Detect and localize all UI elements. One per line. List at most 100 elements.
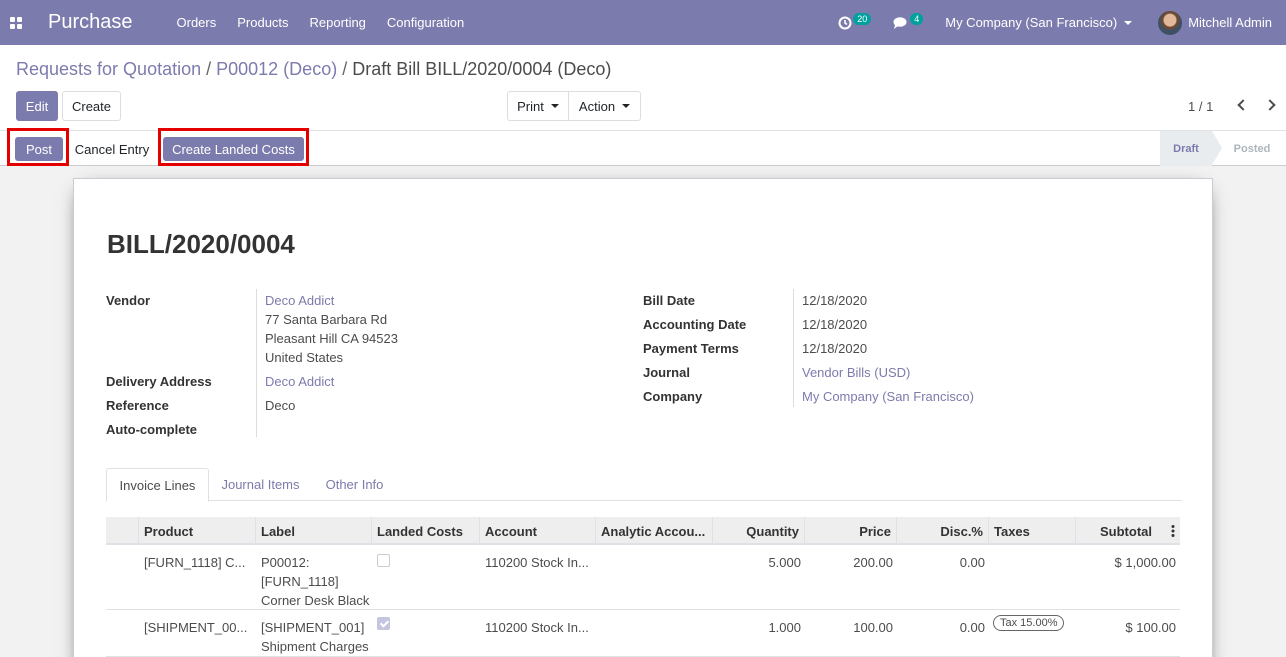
post-button[interactable]: Post bbox=[15, 137, 63, 161]
action-label: Action bbox=[578, 98, 616, 114]
user-menu[interactable]: Mitchell Admin bbox=[1158, 10, 1272, 35]
column-account[interactable]: Account bbox=[480, 517, 596, 545]
pager-next-button[interactable] bbox=[1263, 97, 1277, 113]
cell-price: 100.00 bbox=[853, 620, 893, 635]
tab-invoice-lines[interactable]: Invoice Lines bbox=[106, 468, 209, 502]
cell-price: 200.00 bbox=[853, 555, 893, 570]
control-panel: Requests for Quotation / P00012 (Deco) / Dra… bbox=[0, 45, 1286, 131]
messaging-menu[interactable]: 4 bbox=[893, 12, 924, 30]
column-options-icon[interactable] bbox=[1170, 524, 1176, 538]
cell-account: 110200 Stock In... bbox=[485, 620, 589, 635]
cell-product: [FURN_1118] C... bbox=[144, 555, 246, 570]
cell-account: 110200 Stock In... bbox=[485, 555, 589, 570]
cell-label-line: [SHIPMENT_001] bbox=[261, 620, 365, 635]
menu-products[interactable]: Products bbox=[237, 15, 288, 30]
cell-label-line: Shipment Charges bbox=[261, 639, 369, 654]
column-product[interactable]: Product bbox=[139, 517, 256, 545]
apps-menu-icon[interactable] bbox=[0, 0, 32, 45]
print-dropdown[interactable]: Print bbox=[507, 91, 569, 121]
company-switcher[interactable]: My Company (San Francisco) bbox=[945, 15, 1133, 30]
breadcrumb-separator: / bbox=[342, 59, 348, 79]
avatar bbox=[1158, 10, 1183, 35]
column-quantity[interactable]: Quantity bbox=[713, 517, 805, 545]
cell-product: [SHIPMENT_00... bbox=[144, 620, 248, 635]
breadcrumb-purchase-order[interactable]: P00012 (Deco) bbox=[216, 59, 337, 79]
landed-costs-checkbox[interactable] bbox=[377, 554, 390, 567]
table-row[interactable]: [SHIPMENT_00... [SHIPMENT_001] Shipment … bbox=[106, 610, 1180, 657]
reference-label: Reference bbox=[106, 398, 169, 413]
column-subtotal[interactable]: Subtotal bbox=[1076, 517, 1180, 545]
cell-label-line: [FURN_1118] bbox=[261, 574, 339, 589]
comments-icon bbox=[893, 16, 907, 29]
chevron-down-icon bbox=[550, 104, 559, 108]
landed-costs-checkbox-checked[interactable] bbox=[377, 617, 390, 630]
cell-quantity: 5.000 bbox=[768, 555, 801, 570]
cancel-entry-button[interactable]: Cancel Entry bbox=[68, 137, 156, 161]
tab-other-info[interactable]: Other Info bbox=[312, 468, 397, 501]
column-discount[interactable]: Disc.% bbox=[897, 517, 989, 545]
breadcrumb-current: Draft Bill BILL/2020/0004 (Deco) bbox=[352, 59, 612, 79]
accounting-date-label: Accounting Date bbox=[643, 317, 747, 332]
pager-value[interactable]: 1 / 1 bbox=[1188, 99, 1213, 114]
form-statusbar: Post Cancel Entry Create Landed Costs Dr… bbox=[0, 128, 1286, 166]
stage-posted: Posted bbox=[1233, 142, 1271, 155]
bill-number-title: BILL/2020/0004 bbox=[107, 229, 295, 259]
vendor-label: Vendor bbox=[106, 293, 151, 308]
menu-reporting[interactable]: Reporting bbox=[310, 15, 366, 30]
cell-label-line: P00012: bbox=[261, 555, 310, 570]
cell-subtotal: $ 100.00 bbox=[1125, 620, 1176, 635]
menu-orders[interactable]: Orders bbox=[177, 15, 217, 30]
app-title[interactable]: Purchase bbox=[48, 11, 133, 34]
column-landed-costs[interactable]: Landed Costs bbox=[372, 517, 480, 545]
activity-menu[interactable]: 20 bbox=[838, 12, 872, 30]
delivery-address-link[interactable]: Deco Addict bbox=[265, 374, 334, 389]
vendor-address-line: United States bbox=[265, 350, 344, 365]
payment-terms-value: 12/18/2020 bbox=[802, 341, 868, 356]
table-row[interactable]: [FURN_1118] C... P00012: [FURN_1118] Cor… bbox=[106, 545, 1180, 610]
print-label: Print bbox=[517, 98, 544, 114]
top-navbar: Purchase Orders Products Reporting Confi… bbox=[0, 0, 1286, 45]
column-analytic-account[interactable]: Analytic Accou... bbox=[596, 517, 713, 545]
auto-complete-label: Auto-complete bbox=[106, 422, 197, 437]
tax-badge: Tax 15.00% bbox=[993, 615, 1065, 631]
company-name: My Company (San Francisco) bbox=[945, 15, 1118, 30]
vendor-link[interactable]: Deco Addict bbox=[265, 293, 334, 308]
accounting-date-value: 12/18/2020 bbox=[802, 317, 868, 332]
column-label[interactable]: Label bbox=[256, 517, 372, 545]
table-header: Product Label Landed Costs Account Analy… bbox=[106, 517, 1180, 545]
field-divider bbox=[256, 289, 257, 437]
journal-label: Journal bbox=[643, 365, 690, 380]
notebook-tabs: Invoice Lines Journal Items Other Info bbox=[106, 468, 1182, 502]
create-button[interactable]: Create bbox=[62, 91, 121, 121]
column-handle bbox=[106, 517, 139, 545]
tab-journal-items[interactable]: Journal Items bbox=[209, 468, 312, 501]
pager-previous-button[interactable] bbox=[1236, 97, 1250, 113]
cell-subtotal: $ 1,000.00 bbox=[1114, 555, 1176, 570]
vendor-address-line: Pleasant Hill CA 94523 bbox=[265, 331, 398, 346]
column-price[interactable]: Price bbox=[805, 517, 897, 545]
stage-draft: Draft bbox=[1160, 131, 1222, 166]
clock-icon bbox=[838, 16, 852, 29]
chevron-down-icon bbox=[622, 104, 631, 108]
delivery-address-label: Delivery Address bbox=[106, 374, 212, 389]
column-taxes[interactable]: Taxes bbox=[989, 517, 1076, 545]
user-name: Mitchell Admin bbox=[1188, 15, 1272, 30]
journal-link[interactable]: Vendor Bills (USD) bbox=[802, 365, 910, 380]
menu-configuration[interactable]: Configuration bbox=[387, 15, 464, 30]
payment-terms-label: Payment Terms bbox=[643, 341, 739, 356]
cell-discount: 0.00 bbox=[959, 555, 985, 570]
company-link[interactable]: My Company (San Francisco) bbox=[802, 389, 974, 404]
edit-button[interactable]: Edit bbox=[16, 91, 58, 121]
chevron-down-icon bbox=[1124, 20, 1133, 25]
message-count-badge: 4 bbox=[910, 12, 924, 25]
reference-value: Deco bbox=[265, 398, 296, 413]
breadcrumb-rfq[interactable]: Requests for Quotation bbox=[16, 59, 201, 79]
systray: 20 4 My Company (San Francisco) Mitchell… bbox=[838, 0, 1286, 45]
field-divider bbox=[793, 289, 794, 407]
breadcrumb-separator: / bbox=[206, 59, 212, 79]
chevron-right-icon bbox=[1264, 99, 1276, 111]
create-landed-costs-button[interactable]: Create Landed Costs bbox=[163, 137, 304, 161]
bill-date-label: Bill Date bbox=[643, 293, 696, 308]
breadcrumb: Requests for Quotation / P00012 (Deco) / Dra… bbox=[16, 59, 611, 80]
action-dropdown[interactable]: Action bbox=[568, 91, 641, 121]
